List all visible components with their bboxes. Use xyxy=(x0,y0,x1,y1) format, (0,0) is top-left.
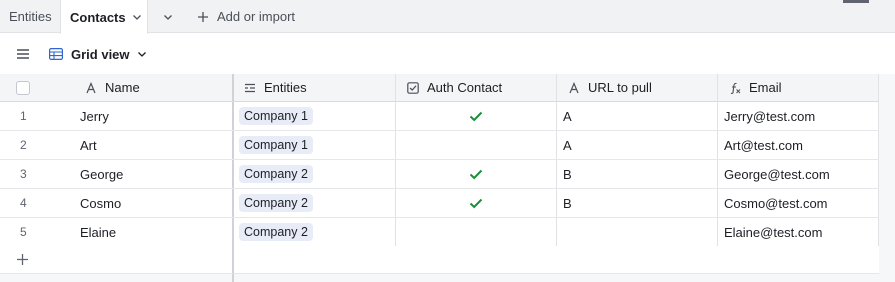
tab-entities[interactable]: Entities xyxy=(9,0,52,33)
url-to-pull-cell[interactable]: A xyxy=(557,131,718,159)
email-cell[interactable]: George@test.com xyxy=(718,160,879,188)
linked-record-pill[interactable]: Company 1 xyxy=(239,136,313,154)
view-switcher[interactable]: Grid view xyxy=(49,43,147,65)
chevron-down-icon[interactable] xyxy=(132,12,142,22)
auth-contact-cell[interactable] xyxy=(396,218,557,246)
column-header-email-label: Email xyxy=(749,80,782,95)
view-bar: Grid view xyxy=(0,34,895,74)
row-number: 5 xyxy=(20,225,27,239)
checkmark-icon[interactable] xyxy=(469,169,483,180)
add-or-import-label: Add or import xyxy=(217,9,296,24)
column-header-entities-label: Entities xyxy=(264,80,307,95)
column-header-entities[interactable]: Entities xyxy=(234,74,396,101)
table-tab-bar: Entities Contacts Add or import xyxy=(0,0,895,34)
column-header-email[interactable]: Email xyxy=(718,74,879,101)
auth-contact-cell[interactable] xyxy=(396,131,557,159)
checkmark-icon[interactable] xyxy=(469,198,483,209)
name-cell[interactable]: Jerry xyxy=(74,102,234,130)
url-to-pull-cell[interactable]: B xyxy=(557,189,718,217)
linked-record-icon xyxy=(245,83,255,92)
chevron-down-icon xyxy=(137,52,146,57)
email-cell[interactable]: Jerry@test.com xyxy=(718,102,879,130)
email-cell[interactable]: Elaine@test.com xyxy=(718,218,879,246)
url-to-pull-cell[interactable]: B xyxy=(557,160,718,188)
checkbox-field-icon xyxy=(407,81,419,94)
url-to-pull-cell[interactable]: A xyxy=(557,102,718,130)
text-field-icon xyxy=(86,81,96,93)
table-row[interactable]: 2 Art Company 1 A Art@test.com xyxy=(0,131,879,160)
table-row[interactable]: 5 Elaine Company 2 Elaine@test.com xyxy=(0,218,879,247)
column-header-auth-contact-label: Auth Contact xyxy=(427,80,503,95)
formula-icon xyxy=(730,82,741,94)
auth-contact-cell[interactable] xyxy=(396,102,557,130)
name-cell[interactable]: Cosmo xyxy=(74,189,234,217)
row-number: 1 xyxy=(20,109,27,123)
table-row[interactable]: 4 Cosmo Company 2 B Cosmo@test.com xyxy=(0,189,879,218)
hamburger-icon[interactable] xyxy=(15,46,31,62)
auth-contact-cell[interactable] xyxy=(396,189,557,217)
column-header-name-label: Name xyxy=(105,80,140,95)
tab-contacts[interactable]: Contacts xyxy=(60,0,148,34)
table-row[interactable]: 3 George Company 2 B George@test.com xyxy=(0,160,879,189)
tab-contacts-label: Contacts xyxy=(70,9,126,25)
add-record-row-filler xyxy=(234,246,879,274)
checkmark-icon[interactable] xyxy=(469,111,483,122)
row-number: 4 xyxy=(20,196,27,210)
entities-cell[interactable]: Company 1 xyxy=(234,102,396,130)
add-record-button[interactable] xyxy=(0,246,234,274)
window-edge-mark xyxy=(843,0,869,3)
email-cell[interactable]: Cosmo@test.com xyxy=(718,189,879,217)
linked-record-pill[interactable]: Company 2 xyxy=(239,165,313,183)
entities-cell[interactable]: Company 1 xyxy=(234,131,396,159)
name-cell[interactable]: Elaine xyxy=(74,218,234,246)
plus-icon xyxy=(17,254,28,265)
text-field-icon xyxy=(569,81,579,93)
select-all-cell xyxy=(0,74,74,101)
column-header-name[interactable]: Name xyxy=(74,74,234,101)
frozen-column-divider xyxy=(232,274,234,282)
column-header-url-to-pull[interactable]: URL to pull xyxy=(557,74,718,101)
entities-cell[interactable]: Company 2 xyxy=(234,189,396,217)
entities-cell[interactable]: Company 2 xyxy=(234,218,396,246)
chevron-down-icon xyxy=(164,14,172,20)
row-number: 3 xyxy=(20,167,27,181)
auth-contact-cell[interactable] xyxy=(396,160,557,188)
table-row[interactable]: 1 Jerry Company 1 A Jerry@test.com xyxy=(0,102,879,131)
tab-entities-label: Entities xyxy=(9,9,52,24)
linked-record-pill[interactable]: Company 2 xyxy=(239,194,313,212)
linked-record-pill[interactable]: Company 2 xyxy=(239,223,313,241)
records-grid: Name Entities Auth Contact URL to pull E… xyxy=(0,74,895,282)
url-to-pull-cell[interactable] xyxy=(557,218,718,246)
view-name: Grid view xyxy=(71,46,130,62)
column-header-url-to-pull-label: URL to pull xyxy=(588,80,652,95)
add-or-import-button[interactable]: Add or import xyxy=(197,0,295,33)
more-tables-button[interactable] xyxy=(157,0,179,33)
plus-icon xyxy=(198,11,208,22)
column-header-auth-contact[interactable]: Auth Contact xyxy=(396,74,557,101)
email-cell[interactable]: Art@test.com xyxy=(718,131,879,159)
grid-header-row: Name Entities Auth Contact URL to pull E… xyxy=(0,74,879,102)
name-cell[interactable]: George xyxy=(74,160,234,188)
select-all-checkbox[interactable] xyxy=(16,80,30,95)
grid-view-icon xyxy=(49,48,63,60)
entities-cell[interactable]: Company 2 xyxy=(234,160,396,188)
linked-record-pill[interactable]: Company 1 xyxy=(239,107,313,125)
row-number: 2 xyxy=(20,138,27,152)
name-cell[interactable]: Art xyxy=(74,131,234,159)
